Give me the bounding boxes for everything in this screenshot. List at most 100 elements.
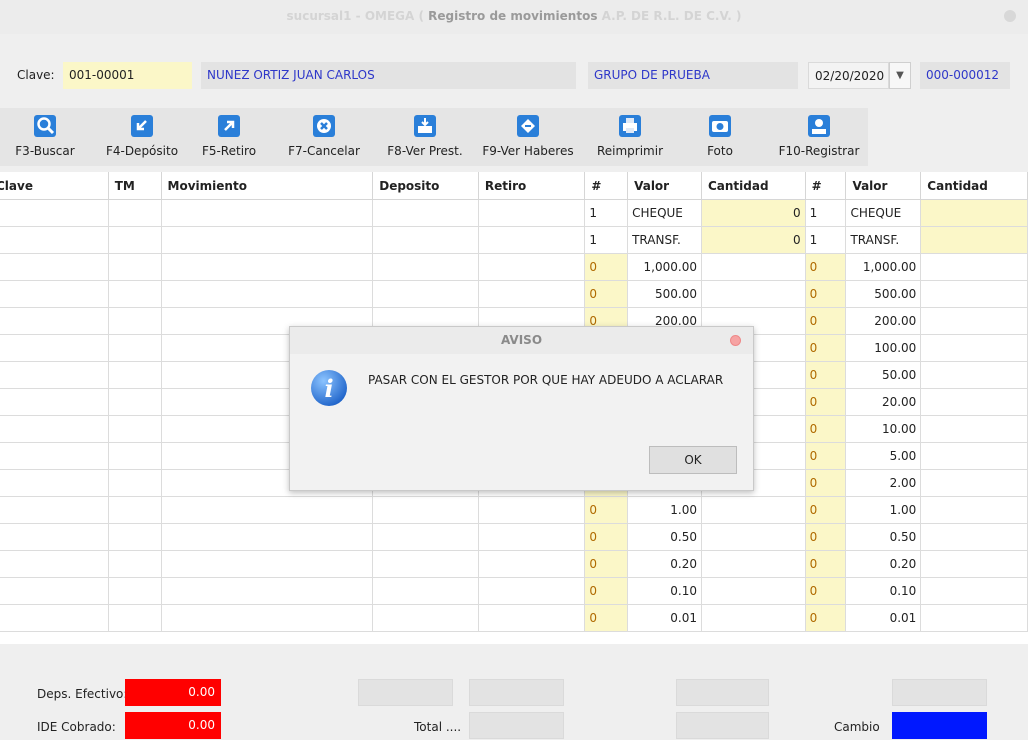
cell-num-2[interactable]: 0 bbox=[805, 550, 847, 578]
col-header-deposito[interactable]: Deposito bbox=[372, 172, 479, 200]
cell-num[interactable]: 1 bbox=[584, 199, 629, 227]
cell-num-2[interactable]: 0 bbox=[805, 361, 847, 389]
cell-cantidad[interactable] bbox=[701, 550, 806, 578]
cell-clave[interactable] bbox=[0, 496, 109, 524]
cell-valor[interactable]: 1.00 bbox=[627, 496, 702, 524]
cell-valor[interactable]: CHEQUE bbox=[627, 199, 702, 227]
cell-valor-2[interactable]: 2.00 bbox=[845, 469, 922, 497]
table-row[interactable]: 0 500.00 0 500.00 bbox=[0, 280, 1028, 308]
col-header-retiro[interactable]: Retiro bbox=[478, 172, 586, 200]
table-row[interactable]: 0 0.20 0 0.20 bbox=[0, 550, 1028, 578]
cell-num-2[interactable]: 1 bbox=[805, 199, 847, 227]
cell-num-2[interactable]: 0 bbox=[805, 388, 847, 416]
cell-retiro[interactable] bbox=[478, 253, 586, 281]
cell-clave[interactable] bbox=[0, 604, 109, 632]
ver-prest-button[interactable]: F8-Ver Prest. bbox=[377, 108, 473, 166]
cell-tm[interactable] bbox=[108, 496, 162, 524]
cell-tm[interactable] bbox=[108, 442, 162, 470]
cell-tm[interactable] bbox=[108, 415, 162, 443]
cell-deposito[interactable] bbox=[372, 280, 479, 308]
cell-clave[interactable] bbox=[0, 253, 109, 281]
col-header-cantidad-2[interactable]: Cantidad bbox=[920, 172, 1028, 200]
col-header-num[interactable]: # bbox=[584, 172, 629, 200]
dialog-close-icon[interactable] bbox=[730, 335, 741, 346]
table-row[interactable]: 0 0.50 0 0.50 bbox=[0, 523, 1028, 551]
cell-cantidad[interactable] bbox=[701, 253, 806, 281]
cell-retiro[interactable] bbox=[478, 523, 586, 551]
cell-num[interactable]: 0 bbox=[584, 604, 629, 632]
cell-num-2[interactable]: 1 bbox=[805, 226, 847, 254]
cell-movimiento[interactable] bbox=[161, 496, 374, 524]
group-field[interactable]: GRUPO DE PRUEBA bbox=[588, 62, 798, 89]
cell-cantidad-2[interactable] bbox=[920, 442, 1028, 470]
table-row[interactable]: 0 0.10 0 0.10 bbox=[0, 577, 1028, 605]
cell-num-2[interactable]: 0 bbox=[805, 496, 847, 524]
cell-valor-2[interactable]: 0.20 bbox=[845, 550, 922, 578]
member-name-field[interactable]: NUNEZ ORTIZ JUAN CARLOS bbox=[201, 62, 576, 89]
foto-button[interactable]: Foto bbox=[690, 108, 750, 166]
cell-cantidad-2[interactable] bbox=[920, 469, 1028, 497]
cell-valor-2[interactable]: 1.00 bbox=[845, 496, 922, 524]
cell-cantidad-2[interactable] bbox=[920, 415, 1028, 443]
cell-num-2[interactable]: 0 bbox=[805, 577, 847, 605]
table-row[interactable]: 1 CHEQUE 0 1 CHEQUE bbox=[0, 199, 1028, 227]
cell-movimiento[interactable] bbox=[161, 577, 374, 605]
cell-retiro[interactable] bbox=[478, 496, 586, 524]
cell-deposito[interactable] bbox=[372, 523, 479, 551]
cell-deposito[interactable] bbox=[372, 199, 479, 227]
col-header-valor-2[interactable]: Valor bbox=[845, 172, 922, 200]
registrar-button[interactable]: F10-Registrar bbox=[772, 108, 866, 166]
cell-clave[interactable] bbox=[0, 226, 109, 254]
cell-cantidad[interactable] bbox=[701, 496, 806, 524]
cell-valor-2[interactable]: 10.00 bbox=[845, 415, 922, 443]
deposito-button[interactable]: F4-Depósito bbox=[96, 108, 188, 166]
cell-deposito[interactable] bbox=[372, 577, 479, 605]
cell-cantidad-2[interactable] bbox=[920, 253, 1028, 281]
table-row[interactable]: 0 1,000.00 0 1,000.00 bbox=[0, 253, 1028, 281]
cell-valor-2[interactable]: TRANSF. bbox=[845, 226, 922, 254]
cell-cantidad[interactable] bbox=[701, 523, 806, 551]
col-header-movimiento[interactable]: Movimiento bbox=[161, 172, 374, 200]
cell-movimiento[interactable] bbox=[161, 199, 374, 227]
cell-valor-2[interactable]: 5.00 bbox=[845, 442, 922, 470]
cell-retiro[interactable] bbox=[478, 226, 586, 254]
cell-cantidad-2[interactable] bbox=[920, 334, 1028, 362]
cell-tm[interactable] bbox=[108, 577, 162, 605]
cell-cantidad[interactable] bbox=[701, 604, 806, 632]
cell-cantidad-2[interactable] bbox=[920, 307, 1028, 335]
table-row[interactable]: 0 1.00 0 1.00 bbox=[0, 496, 1028, 524]
reimprimir-button[interactable]: Reimprimir bbox=[590, 108, 670, 166]
folio-field[interactable]: 000-000012 bbox=[920, 62, 1010, 89]
cell-num-2[interactable]: 0 bbox=[805, 280, 847, 308]
col-header-num-2[interactable]: # bbox=[805, 172, 847, 200]
cell-clave[interactable] bbox=[0, 334, 109, 362]
cell-valor-2[interactable]: 0.01 bbox=[845, 604, 922, 632]
retiro-button[interactable]: F5-Retiro bbox=[190, 108, 268, 166]
cell-num[interactable]: 0 bbox=[584, 253, 629, 281]
cell-cantidad[interactable] bbox=[701, 280, 806, 308]
cell-deposito[interactable] bbox=[372, 253, 479, 281]
cell-tm[interactable] bbox=[108, 523, 162, 551]
cell-deposito[interactable] bbox=[372, 604, 479, 632]
cell-clave[interactable] bbox=[0, 307, 109, 335]
date-field[interactable]: 02/20/2020 bbox=[808, 62, 889, 89]
cell-valor[interactable]: 0.20 bbox=[627, 550, 702, 578]
cell-valor-2[interactable]: 20.00 bbox=[845, 388, 922, 416]
cell-valor[interactable]: TRANSF. bbox=[627, 226, 702, 254]
cell-movimiento[interactable] bbox=[161, 604, 374, 632]
cancelar-button[interactable]: F7-Cancelar bbox=[278, 108, 370, 166]
clave-field[interactable]: 001-00001 bbox=[63, 62, 192, 89]
cell-tm[interactable] bbox=[108, 280, 162, 308]
cell-clave[interactable] bbox=[0, 361, 109, 389]
cell-clave[interactable] bbox=[0, 550, 109, 578]
cell-valor-2[interactable]: 0.50 bbox=[845, 523, 922, 551]
cell-cantidad[interactable]: 0 bbox=[701, 226, 806, 254]
cell-num-2[interactable]: 0 bbox=[805, 253, 847, 281]
cell-cantidad-2[interactable] bbox=[920, 604, 1028, 632]
cell-tm[interactable] bbox=[108, 469, 162, 497]
buscar-button[interactable]: F3-Buscar bbox=[0, 108, 90, 166]
cell-deposito[interactable] bbox=[372, 496, 479, 524]
cell-valor-2[interactable]: CHEQUE bbox=[845, 199, 922, 227]
cell-movimiento[interactable] bbox=[161, 226, 374, 254]
cell-cantidad[interactable]: 0 bbox=[701, 199, 806, 227]
